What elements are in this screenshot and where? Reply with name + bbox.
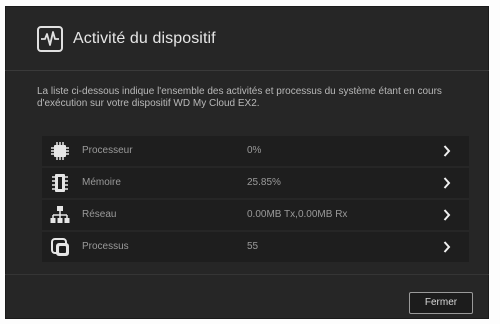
activity-row-value: 25.85%: [247, 177, 281, 188]
activity-row-label: Processeur: [82, 145, 133, 156]
footer-divider: [5, 274, 489, 275]
activity-monitor-icon: [37, 26, 63, 52]
dialog-header: Activité du dispositif: [5, 6, 489, 71]
processes-icon: [51, 238, 69, 256]
activity-row-label: Réseau: [82, 209, 117, 220]
activity-row-label: Processus: [82, 241, 129, 252]
activity-row-memory[interactable]: Mémoire 25.85%: [42, 168, 469, 198]
activity-row-processor[interactable]: Processeur 0%: [42, 136, 469, 166]
close-button[interactable]: Fermer: [409, 292, 473, 314]
activity-row-value: 55: [247, 241, 259, 252]
activity-row-network[interactable]: Réseau 0.00MB Tx,0.00MB Rx: [42, 200, 469, 230]
device-activity-dialog: Activité du dispositif La liste ci-desso…: [5, 6, 489, 319]
activity-row-value: 0.00MB Tx,0.00MB Rx: [247, 209, 348, 220]
chevron-right-icon: [443, 177, 451, 189]
chevron-right-icon: [443, 209, 451, 221]
chevron-right-icon: [443, 145, 451, 157]
activity-row-processes[interactable]: Processus 55: [42, 232, 469, 262]
memory-module-icon: [52, 174, 68, 192]
dialog-title: Activité du dispositif: [73, 30, 216, 47]
network-icon: [50, 206, 70, 223]
activity-row-value: 0%: [247, 145, 262, 156]
activity-list: Processeur 0% Mémoire 25.85% Réseau 0.00…: [42, 136, 469, 264]
chevron-right-icon: [443, 241, 451, 253]
activity-row-label: Mémoire: [82, 177, 121, 188]
dialog-description: La liste ci-dessous indique l'ensemble d…: [37, 86, 442, 109]
cpu-chip-icon: [51, 142, 69, 160]
